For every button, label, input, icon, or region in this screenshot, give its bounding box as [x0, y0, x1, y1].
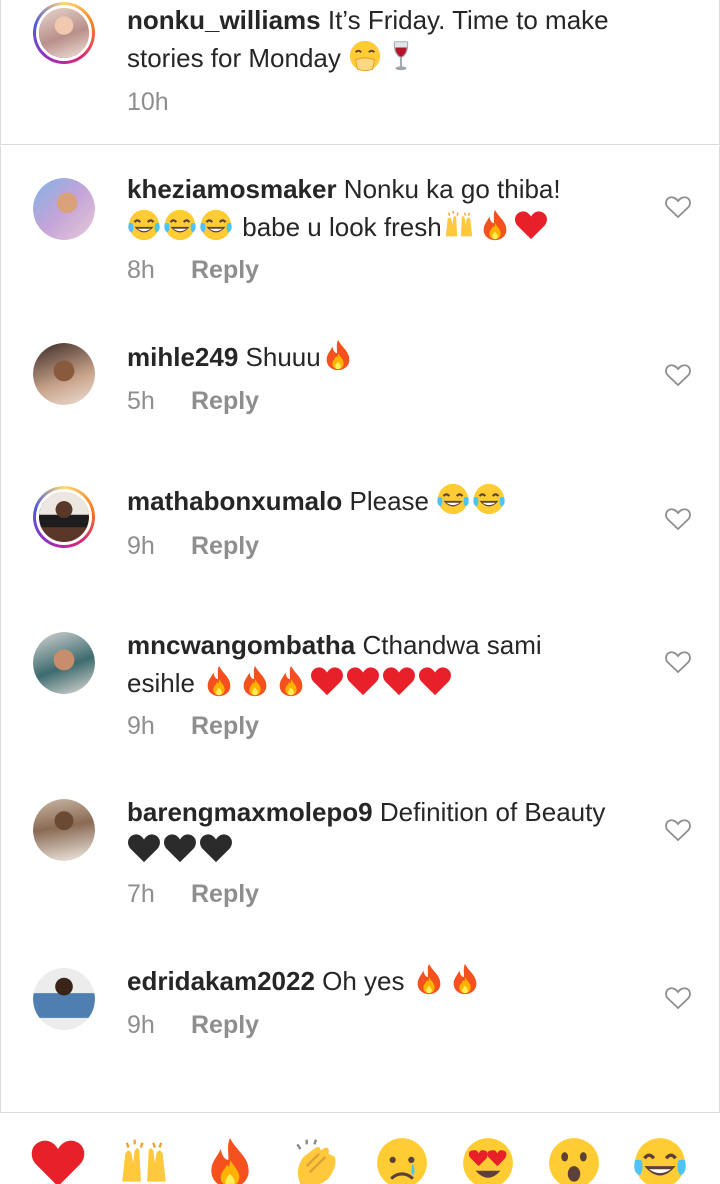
wine-glass-icon [384, 39, 418, 73]
reply-button[interactable]: Reply [191, 712, 259, 740]
clapping-hands-icon[interactable] [288, 1135, 344, 1184]
fire-icon [478, 208, 512, 242]
fire-icon [274, 664, 308, 698]
quick-reaction-bar [0, 1113, 720, 1184]
comment-body: Oh yes [322, 966, 405, 996]
timestamp: 7h [127, 880, 155, 908]
joy-icon [163, 208, 197, 242]
like-heart-icon[interactable] [665, 507, 691, 531]
fire-icon [321, 338, 355, 372]
like-heart-icon[interactable] [665, 650, 691, 674]
raising-hands-icon[interactable] [116, 1135, 172, 1184]
comment-text: mncwangombatha Cthandwa sami esihle [127, 626, 647, 702]
comment-meta: 9h Reply [127, 532, 259, 561]
caption-username[interactable]: nonku_williams [127, 5, 321, 35]
comment-body-2: esihle [127, 668, 195, 698]
timestamp: 9h [127, 532, 155, 560]
comment-username[interactable]: mathabonxumalo [127, 486, 342, 516]
like-heart-icon[interactable] [665, 363, 691, 387]
comment-meta: 9h Reply [127, 712, 259, 741]
timestamp: 5h [127, 387, 155, 415]
red-heart-icon[interactable] [30, 1135, 86, 1184]
red-heart-icon [310, 664, 344, 698]
timestamp: 10h [127, 88, 169, 116]
comment-text: mathabonxumalo Please [127, 482, 647, 520]
comment-username[interactable]: mncwangombatha [127, 630, 355, 660]
comment-username[interactable]: edridakam2022 [127, 966, 315, 996]
fire-icon [412, 962, 446, 996]
red-heart-icon [418, 664, 452, 698]
timestamp: 8h [127, 256, 155, 284]
black-heart-icon [199, 831, 233, 865]
caption-text: nonku_williams It’s Friday. Time to make… [127, 1, 647, 77]
like-heart-icon[interactable] [665, 818, 691, 842]
red-heart-icon [514, 208, 548, 242]
face-hand-over-mouth-icon [348, 39, 382, 73]
reply-button[interactable]: Reply [191, 387, 259, 415]
comment-meta: 9h Reply [127, 1011, 259, 1040]
caption: nonku_williams It’s Friday. Time to make… [0, 0, 720, 145]
heart-eyes-icon[interactable] [460, 1135, 516, 1184]
comment-list: kheziamosmaker Nonku ka go thiba! babe u… [0, 146, 720, 1112]
comment-body: Please [349, 486, 429, 516]
astonished-icon[interactable] [546, 1135, 602, 1184]
reply-button[interactable]: Reply [191, 256, 259, 284]
avatar[interactable] [33, 2, 95, 64]
avatar[interactable] [33, 486, 95, 548]
comment-text: mihle249 Shuuu [127, 338, 647, 376]
like-heart-icon[interactable] [665, 986, 691, 1010]
comment-meta: 5h Reply [127, 387, 259, 416]
comment-meta: 8h Reply [127, 256, 259, 285]
fire-icon[interactable] [202, 1135, 258, 1184]
raising-hands-icon [442, 208, 476, 242]
avatar[interactable] [33, 343, 95, 405]
like-heart-icon[interactable] [665, 195, 691, 219]
comment-body-2: babe u look fresh [242, 212, 442, 242]
black-heart-icon [127, 831, 161, 865]
comment-text: kheziamosmaker Nonku ka go thiba! babe u… [127, 170, 647, 246]
joy-icon [436, 482, 470, 516]
joy-icon [472, 482, 506, 516]
comment-text: barengmaxmolepo9 Definition of Beauty [127, 793, 647, 869]
reply-button[interactable]: Reply [191, 1011, 259, 1039]
fire-icon [202, 664, 236, 698]
red-heart-icon [346, 664, 380, 698]
avatar[interactable] [33, 178, 95, 240]
red-heart-icon [382, 664, 416, 698]
caption-meta: 10h [127, 88, 191, 117]
comment-body: Cthandwa sami [362, 630, 542, 660]
comment-body: Definition of Beauty [379, 797, 606, 827]
comment-username[interactable]: kheziamosmaker [127, 174, 337, 204]
crying-face-icon[interactable] [374, 1135, 430, 1184]
timestamp: 9h [127, 712, 155, 740]
black-heart-icon [163, 831, 197, 865]
joy-icon[interactable] [632, 1135, 688, 1184]
joy-icon [199, 208, 233, 242]
comment-username[interactable]: mihle249 [127, 342, 238, 372]
reply-button[interactable]: Reply [191, 532, 259, 560]
comment-meta: 7h Reply [127, 880, 259, 909]
comment-body: Nonku ka go thiba! [343, 174, 561, 204]
timestamp: 9h [127, 1011, 155, 1039]
avatar[interactable] [33, 799, 95, 861]
fire-icon [238, 664, 272, 698]
reply-button[interactable]: Reply [191, 880, 259, 908]
comment-username[interactable]: barengmaxmolepo9 [127, 797, 373, 827]
comment-body: Shuuu [245, 342, 321, 372]
fire-icon [448, 962, 482, 996]
comment-text: edridakam2022 Oh yes [127, 962, 647, 1000]
avatar[interactable] [33, 968, 95, 1030]
avatar[interactable] [33, 632, 95, 694]
joy-icon [127, 208, 161, 242]
